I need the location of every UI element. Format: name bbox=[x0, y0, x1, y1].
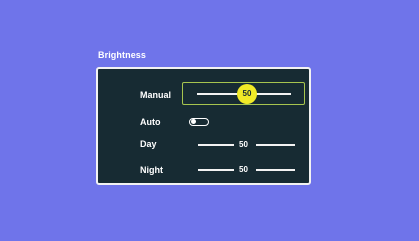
brightness-panel: Manual 50 Auto Day 50 Night 50 bbox=[96, 67, 311, 185]
manual-label: Manual bbox=[140, 90, 172, 100]
day-right-line bbox=[256, 144, 295, 146]
night-left-line bbox=[198, 169, 234, 171]
slider-knob[interactable]: 50 bbox=[237, 84, 257, 104]
auto-toggle[interactable] bbox=[189, 118, 209, 126]
brightness-screen: Brightness Manual 50 Auto Day 50 Night 5… bbox=[0, 0, 419, 241]
manual-brightness-slider[interactable]: 50 bbox=[182, 82, 305, 105]
auto-label: Auto bbox=[140, 117, 161, 127]
night-right-line bbox=[256, 169, 295, 171]
day-left-line bbox=[198, 144, 234, 146]
brightness-title: Brightness bbox=[98, 50, 147, 60]
toggle-dot bbox=[191, 119, 196, 124]
night-value: 50 bbox=[239, 165, 248, 174]
day-value: 50 bbox=[239, 140, 248, 149]
night-label: Night bbox=[140, 165, 163, 175]
day-label: Day bbox=[140, 139, 157, 149]
